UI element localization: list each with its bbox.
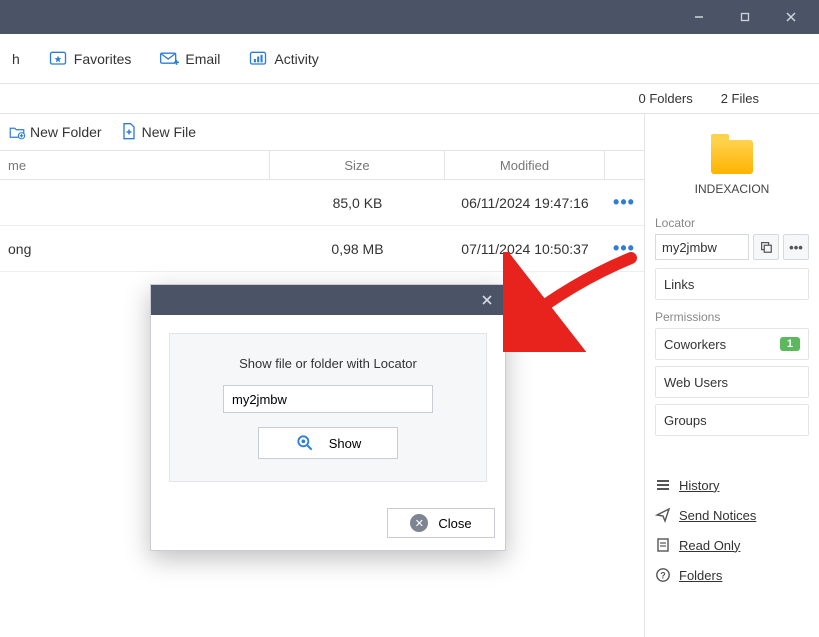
main-toolbar: h Favorites Email Activity (0, 34, 819, 84)
folder-summary: INDEXACION (655, 140, 809, 196)
window-titlebar (0, 0, 819, 34)
col-modified-header[interactable]: Modified (445, 151, 605, 179)
locator-modal: Show file or folder with Locator Show ✕ … (150, 284, 506, 551)
cell-size: 85,0 KB (270, 180, 445, 225)
folders-link[interactable]: ? Folders (655, 560, 809, 590)
history-link[interactable]: History (655, 470, 809, 500)
read-only-label: Read Only (679, 538, 740, 553)
envelope-icon (159, 49, 179, 69)
close-label: Close (438, 516, 471, 531)
history-label: History (679, 478, 719, 493)
coworkers-label: Coworkers (664, 337, 726, 352)
permissions-label: Permissions (655, 310, 809, 324)
file-plus-icon (120, 123, 138, 141)
web-users-item[interactable]: Web Users (655, 366, 809, 398)
row-menu-icon[interactable]: ••• (613, 238, 635, 259)
activity-button[interactable]: Activity (248, 49, 318, 69)
chart-icon (248, 49, 268, 69)
toolbar-fragment: h (12, 51, 20, 67)
cell-modified: 07/11/2024 10:50:37 (445, 226, 605, 271)
star-icon (48, 49, 68, 69)
send-icon (655, 507, 671, 523)
folder-plus-icon (8, 123, 26, 141)
modal-title: Show file or folder with Locator (239, 356, 417, 371)
readonly-icon (655, 537, 671, 553)
folder-icon (711, 140, 753, 174)
web-users-label: Web Users (664, 375, 728, 390)
coworkers-item[interactable]: Coworkers 1 (655, 328, 809, 360)
maximize-button[interactable] (723, 2, 767, 32)
close-button[interactable] (769, 2, 813, 32)
favorites-button[interactable]: Favorites (48, 49, 132, 69)
dots-icon: ••• (789, 240, 803, 255)
close-button[interactable]: ✕ Close (387, 508, 495, 538)
close-circle-icon: ✕ (410, 514, 428, 532)
minimize-button[interactable] (677, 2, 721, 32)
cell-name (0, 180, 270, 225)
new-file-label: New File (142, 124, 196, 140)
groups-item[interactable]: Groups (655, 404, 809, 436)
row-menu-icon[interactable]: ••• (613, 192, 635, 213)
file-count: 2 Files (721, 91, 759, 106)
copy-locator-button[interactable] (753, 234, 779, 260)
show-button[interactable]: Show (258, 427, 398, 459)
new-folder-label: New Folder (30, 124, 102, 140)
right-sidebar: INDEXACION Locator my2jmbw ••• Links Per… (644, 114, 819, 637)
table-header: me Size Modified (0, 150, 644, 180)
show-label: Show (329, 436, 362, 451)
links-item[interactable]: Links (655, 268, 809, 300)
email-button[interactable]: Email (159, 49, 220, 69)
locator-more-button[interactable]: ••• (783, 234, 809, 260)
folder-name: INDEXACION (695, 182, 770, 196)
links-label: Links (664, 277, 694, 292)
col-size-header[interactable]: Size (270, 151, 445, 179)
coworkers-badge: 1 (780, 337, 800, 351)
new-folder-button[interactable]: New Folder (8, 123, 102, 141)
modal-titlebar (151, 285, 505, 315)
question-icon: ? (655, 567, 671, 583)
list-icon (655, 477, 671, 493)
groups-label: Groups (664, 413, 707, 428)
svg-text:?: ? (660, 571, 666, 581)
cell-name: ong (0, 226, 270, 271)
copy-icon (759, 240, 773, 254)
activity-label: Activity (274, 51, 318, 67)
modal-close-icon[interactable] (475, 288, 499, 312)
new-file-button[interactable]: New File (120, 123, 196, 141)
magnify-icon (295, 433, 315, 453)
folder-count: 0 Folders (639, 91, 693, 106)
file-actions: New Folder New File (0, 114, 644, 150)
locator-input[interactable] (223, 385, 433, 413)
cell-modified: 06/11/2024 19:47:16 (445, 180, 605, 225)
locator-value[interactable]: my2jmbw (655, 234, 749, 260)
send-notices-link[interactable]: Send Notices (655, 500, 809, 530)
send-notices-label: Send Notices (679, 508, 756, 523)
locator-label: Locator (655, 216, 809, 230)
favorites-label: Favorites (74, 51, 132, 67)
col-name-header[interactable]: me (0, 151, 270, 179)
table-row[interactable]: ong 0,98 MB 07/11/2024 10:50:37 ••• (0, 226, 644, 272)
cell-size: 0,98 MB (270, 226, 445, 271)
counts-bar: 0 Folders 2 Files (0, 84, 819, 114)
read-only-link[interactable]: Read Only (655, 530, 809, 560)
table-row[interactable]: 85,0 KB 06/11/2024 19:47:16 ••• (0, 180, 644, 226)
folders-label: Folders (679, 568, 722, 583)
email-label: Email (185, 51, 220, 67)
